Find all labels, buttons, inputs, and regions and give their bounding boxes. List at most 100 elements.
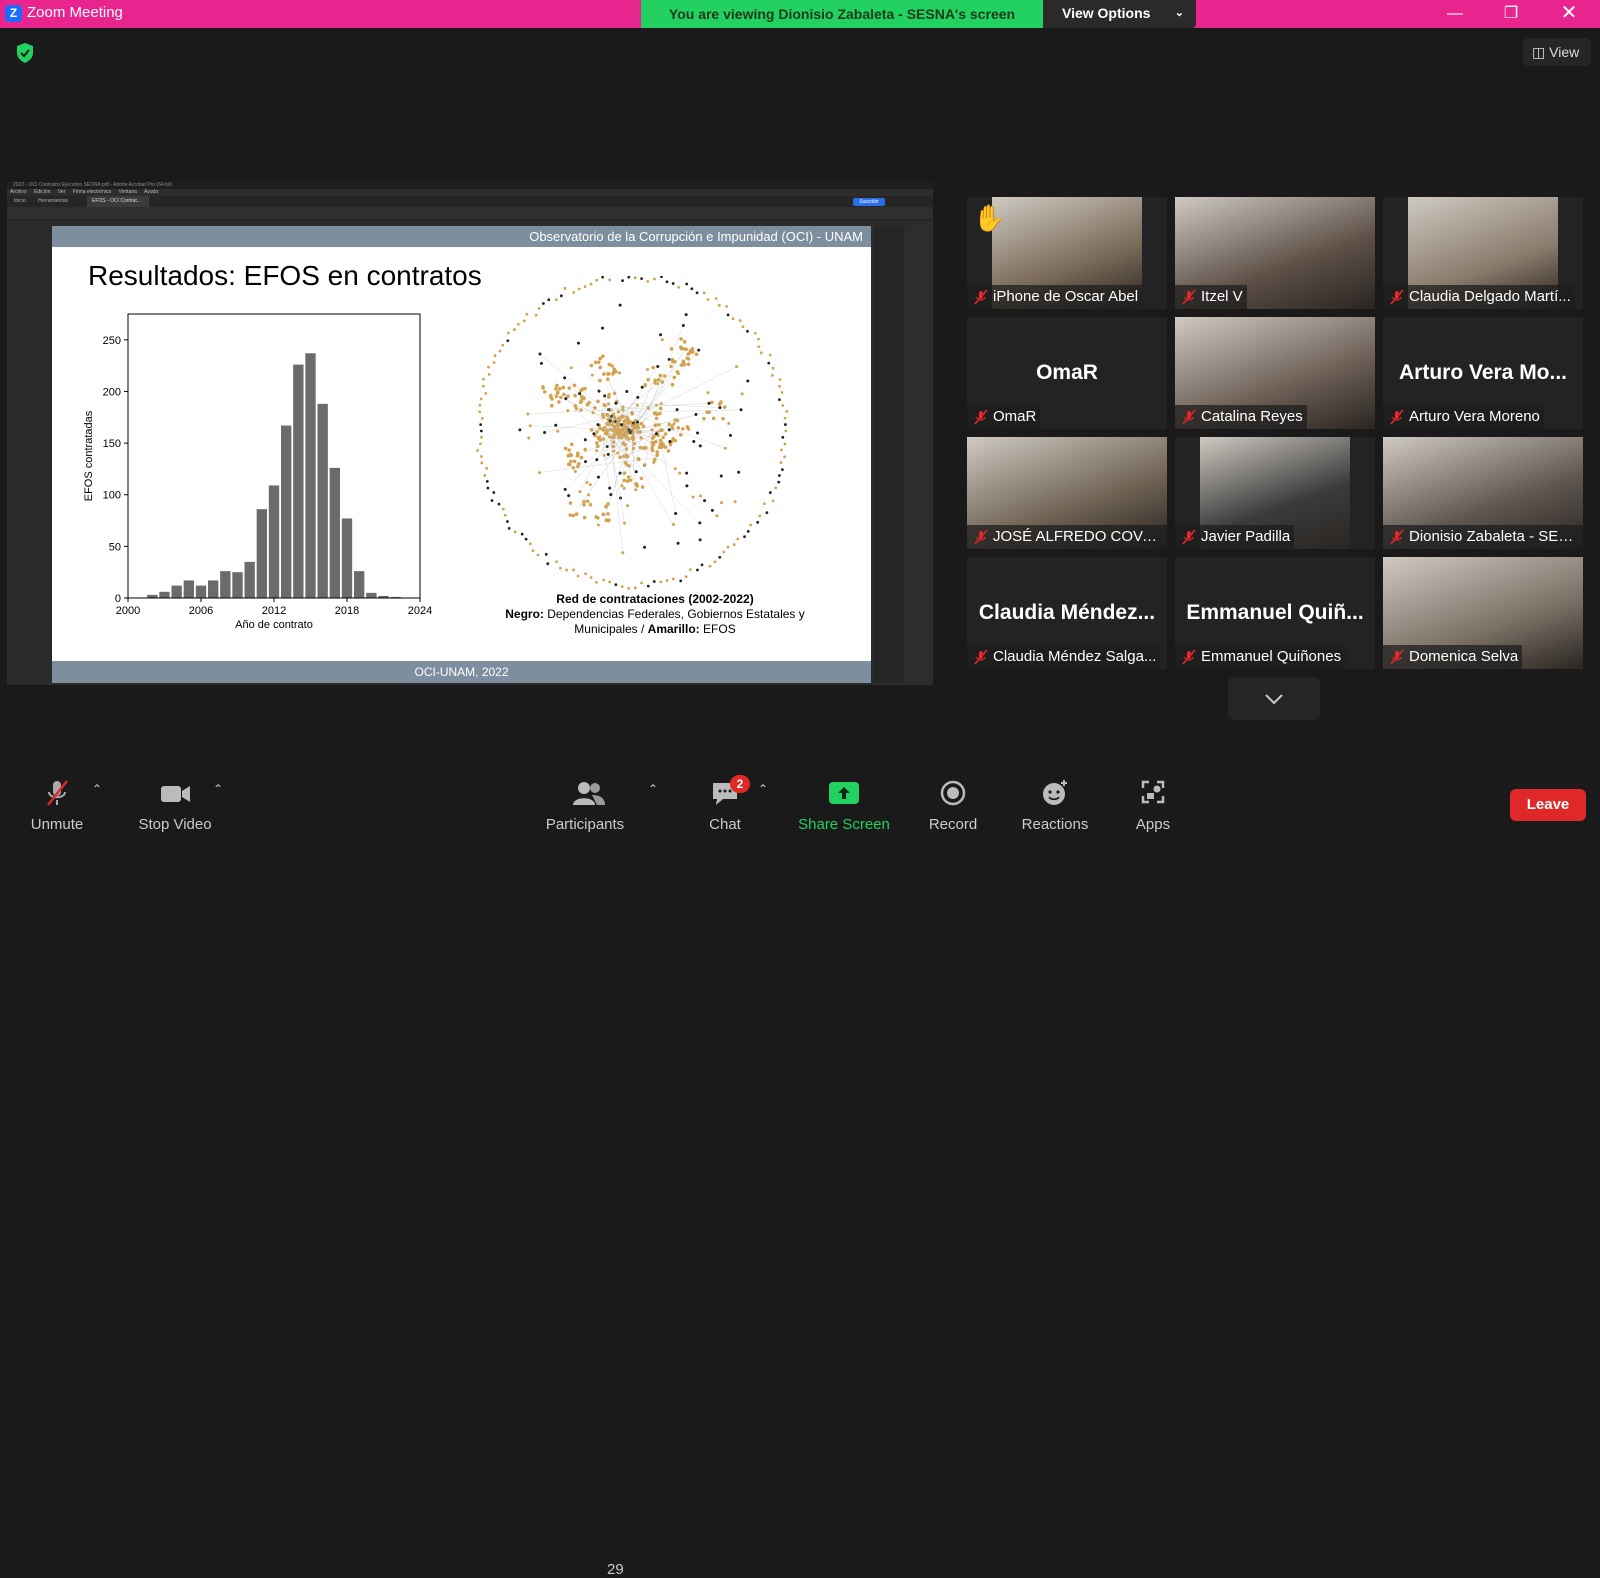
record-icon [938,778,968,808]
document-scrollbar[interactable] [874,226,904,683]
participant-tile[interactable]: Dionisio Zabaleta - SESNA [1383,437,1583,549]
chat-caret-icon[interactable]: ⌃ [758,782,768,796]
participant-tile[interactable]: Claudia Delgado Martí... [1383,197,1583,309]
network-node [614,370,618,374]
tab-document[interactable]: EFOS - OCI Contrat... [87,196,149,207]
tab-herramientas[interactable]: Herramientas [33,196,73,207]
network-node [668,440,671,443]
menu-item[interactable]: Archivo [10,189,27,195]
network-node [601,513,605,517]
participant-tile[interactable]: ✋iPhone de Oscar Abel [967,197,1167,309]
video-options-caret-icon[interactable]: ⌃ [213,782,223,796]
network-node [626,504,629,507]
share-screen-button[interactable]: Share Screen [796,778,892,833]
participant-tile[interactable]: Emmanuel Quiñ...Emmanuel Quiñones [1175,557,1375,669]
menu-item[interactable]: Firma electrónica [73,189,111,195]
network-node [721,417,725,421]
network-node [597,437,601,441]
apps-button[interactable]: Apps [1130,778,1176,833]
participant-tile[interactable]: Catalina Reyes [1175,317,1375,429]
participant-tile[interactable]: JOSÉ ALFREDO COVAR... [967,437,1167,549]
menu-item[interactable]: Ayuda [144,189,158,195]
participant-name: JOSÉ ALFREDO COVAR... [967,525,1167,549]
reactions-button[interactable]: Reactions [1015,778,1095,833]
network-node [646,368,649,371]
network-node [685,484,688,487]
participant-tile[interactable]: Arturo Vera Mo...Arturo Vera Moreno [1383,317,1583,429]
network-node [554,424,557,427]
menu-item[interactable]: Ventana [119,189,137,195]
network-node [625,390,628,393]
participant-display-name: Emmanuel Quiñ... [1175,601,1375,625]
chart-bar [208,580,218,598]
shared-screen[interactable]: 2022 - OCI Contratos Ejecutivo SESNA.pdf… [7,182,933,685]
network-node [760,351,763,354]
menu-item[interactable]: Ver [58,189,66,195]
participants-button[interactable]: Participants [540,778,630,833]
network-node [558,387,562,391]
network-node [742,325,745,328]
network-node [564,447,568,451]
network-node [741,392,744,395]
network-node [572,291,575,294]
muted-mic-icon [973,649,989,665]
network-node [634,586,637,589]
security-shield-icon[interactable] [14,42,36,64]
gallery-next-page-button[interactable] [1228,677,1320,720]
close-icon[interactable]: ✕ [1546,0,1592,28]
chart-bar [232,572,242,598]
network-node [720,501,723,504]
network-node [476,449,479,452]
view-button[interactable]: ◫ View [1523,38,1591,66]
network-node [692,440,695,443]
network-node [640,581,643,584]
view-options-button[interactable]: View Options ⌄ [1043,0,1196,28]
participant-tile[interactable]: Javier Padilla [1175,437,1375,549]
network-node [583,448,587,452]
subscribe-button[interactable]: Suscribir [853,198,885,206]
leave-button[interactable]: Leave [1510,789,1586,821]
stop-video-button[interactable]: Stop Video [132,778,218,833]
network-node [597,360,601,364]
menu-item[interactable]: Edición [34,189,50,195]
acrobat-menu: Archivo Edición Ver Firma electrónica Ve… [7,189,933,196]
audio-options-caret-icon[interactable]: ⌃ [92,782,102,796]
y-tick-label: 200 [103,386,121,398]
record-button[interactable]: Record [922,778,984,833]
network-node [687,427,691,431]
tab-inicio[interactable]: Inicio [9,196,31,207]
record-label: Record [922,816,984,833]
participant-display-name: Claudia Méndez... [967,601,1167,625]
participant-tile[interactable]: Claudia Méndez...Claudia Méndez Salga... [967,557,1167,669]
network-node [664,445,668,449]
network-node [518,428,521,431]
network-node [480,462,483,465]
network-node [778,378,781,381]
minimize-icon[interactable]: — [1432,0,1478,28]
acrobat-tools-rail[interactable] [907,226,929,683]
unmute-button[interactable]: Unmute [26,778,88,833]
network-node [601,413,605,417]
participant-tile[interactable]: OmaROmaR [967,317,1167,429]
network-node [587,493,590,496]
network-node [679,337,683,341]
network-node [671,360,675,364]
network-node [653,412,657,416]
network-node [746,380,749,383]
participant-tile[interactable]: Domenica Selva [1383,557,1583,669]
network-node [609,493,612,496]
restore-icon[interactable]: ❐ [1488,0,1534,28]
participant-tile[interactable]: Itzel V [1175,197,1375,309]
chart-bar [317,404,327,598]
participants-caret-icon[interactable]: ⌃ [648,782,658,796]
network-node [578,490,581,493]
muted-mic-icon [1181,649,1197,665]
network-node [656,365,659,368]
network-node [595,430,599,434]
network-node [611,372,615,376]
network-node [785,430,788,433]
network-node [585,481,588,484]
network-node [718,402,722,406]
chart-bar [342,518,352,598]
network-node [546,562,549,565]
